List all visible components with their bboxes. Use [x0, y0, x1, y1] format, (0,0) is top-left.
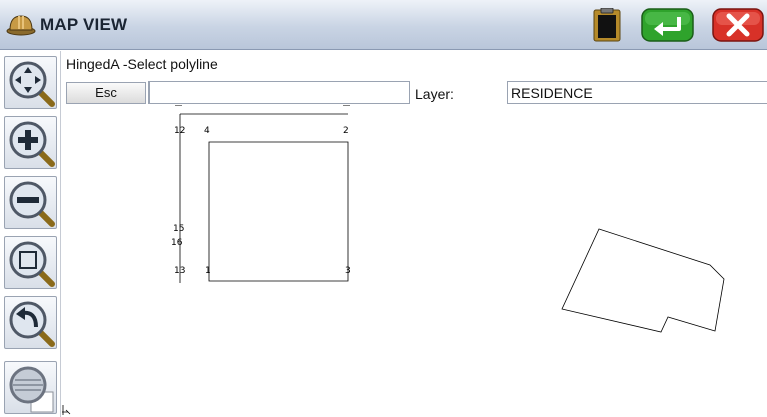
zoom-layer-button[interactable] [4, 361, 57, 414]
window-title: MAP VIEW [40, 15, 128, 34]
command-prompt: HingedA -Select polyline [66, 56, 218, 72]
esc-button[interactable]: Esc [66, 82, 146, 104]
close-button[interactable] [712, 8, 764, 42]
zoom-window-button[interactable] [4, 236, 57, 289]
pan-zoom-icon [9, 61, 55, 107]
point-label: 4 [204, 126, 210, 136]
title-bar: MAP VIEW [0, 0, 767, 50]
zoom-in-icon [9, 121, 55, 167]
zoom-previous-button[interactable] [4, 296, 57, 349]
zoom-window-icon [9, 241, 55, 287]
point-label: 16 [171, 238, 183, 248]
point-label: 3 [345, 266, 351, 276]
point-label: 1 [205, 266, 211, 276]
enter-icon [641, 8, 694, 42]
point-label: 15 [173, 224, 184, 234]
close-icon [712, 8, 764, 42]
hardhat-icon [6, 12, 36, 38]
zoom-layer-icon [9, 366, 54, 413]
zoom-toolbar [0, 51, 61, 417]
pan-zoom-button[interactable] [4, 56, 57, 109]
clipboard-icon [593, 8, 621, 42]
parcel-polygon[interactable] [561, 228, 725, 333]
point-label: 12 [174, 126, 185, 136]
residence-rectangle[interactable] [208, 141, 349, 282]
origin-marker [62, 405, 71, 415]
zoom-out-icon [9, 181, 55, 227]
enter-button[interactable] [641, 8, 694, 42]
command-input[interactable] [148, 81, 410, 104]
clipboard-button[interactable] [592, 8, 622, 42]
map-drawing: 12 4 2 15 16 13 1 3 [62, 105, 725, 415]
zoom-in-button[interactable] [4, 116, 57, 169]
layer-field[interactable]: RESIDENCE [507, 81, 767, 104]
point-label: 13 [174, 266, 185, 276]
point-label: 2 [343, 126, 349, 136]
zoom-out-button[interactable] [4, 176, 57, 229]
map-canvas[interactable]: 12 4 2 15 16 13 1 3 [62, 105, 767, 417]
zoom-previous-icon [9, 301, 55, 347]
layer-label: Layer: [415, 86, 454, 102]
